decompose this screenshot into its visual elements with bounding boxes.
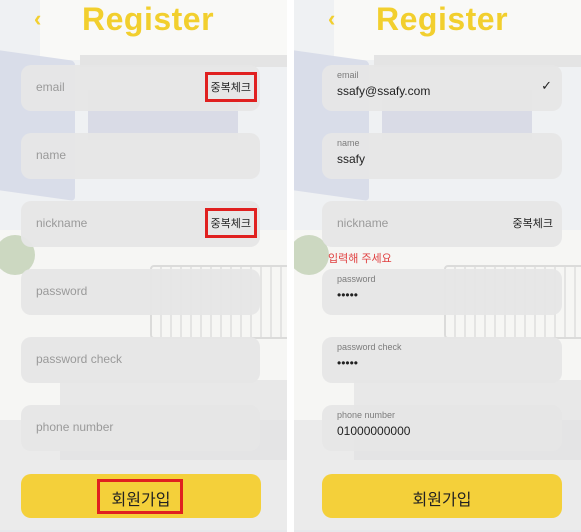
name-field[interactable]: name xyxy=(21,133,260,179)
password-label: password xyxy=(337,274,376,284)
nickname-field[interactable]: nickname 중복체크 xyxy=(322,201,562,247)
nickname-error-message: 입력해 주세요 xyxy=(328,253,392,265)
name-placeholder: name xyxy=(36,148,67,162)
password-check-value: ••••• xyxy=(337,356,359,370)
name-value: ssafy xyxy=(337,152,366,166)
email-value: ssafy@ssafy.com xyxy=(337,84,431,98)
chevron-left-icon[interactable]: ‹ xyxy=(34,6,41,32)
chevron-left-icon[interactable]: ‹ xyxy=(328,6,335,32)
register-button-label: 회원가입 xyxy=(412,492,472,509)
email-field[interactable]: email ssafy@ssafy.com ✓ xyxy=(322,65,562,111)
nickname-placeholder: nickname xyxy=(36,216,88,230)
name-field[interactable]: name ssafy xyxy=(322,133,562,179)
register-button[interactable]: 회원가입 xyxy=(322,474,562,518)
page-title: Register xyxy=(376,1,509,37)
checkmark-icon: ✓ xyxy=(541,78,552,93)
phone-number-placeholder: phone number xyxy=(36,420,114,434)
phone-number-label: phone number xyxy=(337,410,396,420)
nickname-duplicate-check-button[interactable]: 중복체크 xyxy=(510,211,556,235)
nickname-duplicate-check-button[interactable]: 중복체크 xyxy=(204,208,257,238)
register-button[interactable]: 회원가입 xyxy=(21,474,261,518)
phone-number-value: 01000000000 xyxy=(337,424,411,438)
register-screen-filled: ‹ Register email ssafy@ssafy.com ✓ name … xyxy=(294,0,581,532)
nickname-placeholder: nickname xyxy=(337,216,389,230)
page-title: Register xyxy=(82,1,215,37)
password-check-field[interactable]: password check xyxy=(21,337,260,383)
email-placeholder: email xyxy=(36,80,65,94)
nickname-field[interactable]: nickname 중복체크 xyxy=(21,201,260,247)
phone-number-field[interactable]: phone number 01000000000 xyxy=(322,405,562,451)
register-screen-empty: ‹ Register email 중복체크 name nickname 중복체크… xyxy=(0,0,287,532)
password-value: ••••• xyxy=(337,288,359,302)
header: ‹ Register xyxy=(0,0,287,40)
email-label: email xyxy=(337,70,359,80)
email-field[interactable]: email 중복체크 xyxy=(21,65,260,111)
password-check-field[interactable]: password check ••••• xyxy=(322,337,562,383)
password-check-label: password check xyxy=(337,342,402,352)
register-button-label: 회원가입 xyxy=(111,492,171,509)
panel-divider xyxy=(287,0,294,532)
password-placeholder: password xyxy=(36,284,88,298)
header: ‹ Register xyxy=(294,0,581,40)
password-field[interactable]: password xyxy=(21,269,260,315)
password-check-placeholder: password check xyxy=(36,352,123,366)
email-duplicate-check-button[interactable]: 중복체크 xyxy=(204,72,257,102)
phone-number-field[interactable]: phone number xyxy=(21,405,260,451)
password-field[interactable]: password ••••• xyxy=(322,269,562,315)
name-label: name xyxy=(337,138,360,148)
